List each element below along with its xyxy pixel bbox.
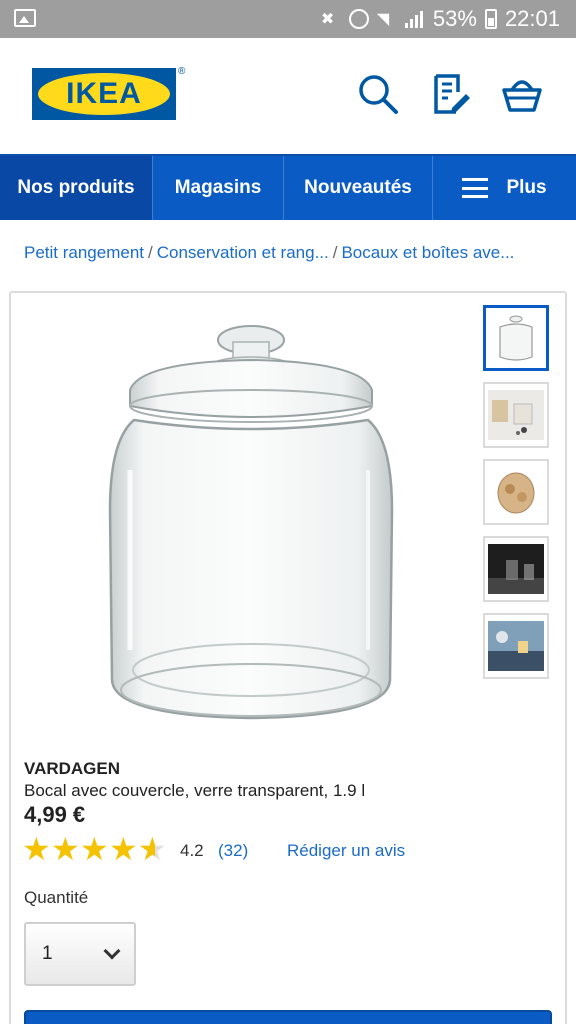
shopping-basket-icon[interactable] — [500, 72, 544, 116]
ikea-logo[interactable]: IKEA — [32, 68, 176, 120]
breadcrumb-link[interactable]: Petit rangement — [24, 243, 144, 262]
thumbnail-image — [488, 621, 544, 671]
product-name: VARDAGEN — [24, 759, 121, 778]
signal-icon — [404, 10, 425, 28]
status-bar: 53% 22:01 — [0, 0, 576, 38]
chevron-down-icon — [103, 942, 121, 960]
registered-mark: ® — [178, 66, 186, 77]
site-header: IKEA ® — [0, 38, 576, 154]
thumbnail-jar-table[interactable] — [483, 613, 549, 679]
breadcrumb-link[interactable]: Conservation et rang... — [157, 243, 329, 262]
breadcrumb-separator: / — [148, 243, 153, 262]
review-count-link[interactable]: (32) — [218, 841, 248, 861]
write-review-link[interactable]: Rédiger un avis — [287, 841, 405, 861]
nav-label: Magasins — [174, 177, 262, 198]
thumbnail-jar-kitchen[interactable] — [483, 382, 549, 448]
shopping-list-icon[interactable] — [430, 72, 474, 116]
star-icon: ★ — [109, 831, 138, 867]
thumbnail-jar-dark[interactable] — [483, 536, 549, 602]
breadcrumb-link[interactable]: Bocaux et boîtes ave... — [341, 243, 514, 262]
star-icon: ★ — [80, 831, 109, 867]
quantity-value: 1 — [42, 943, 53, 964]
battery-icon — [484, 9, 497, 29]
add-to-cart-button[interactable] — [24, 1010, 552, 1024]
nav-label: Nouveautés — [304, 177, 412, 198]
thumbnail-image — [488, 467, 544, 517]
thumbnail-strip — [483, 305, 551, 690]
wifi-icon — [377, 9, 397, 29]
menu-icon — [462, 178, 489, 198]
product-image[interactable] — [100, 320, 400, 730]
clock: 22:01 — [504, 6, 560, 31]
nav-item-stores[interactable]: Magasins — [153, 156, 284, 220]
nav-item-products[interactable]: Nos produits — [0, 156, 153, 220]
mute-icon — [321, 9, 341, 29]
star-icon: ★ — [22, 831, 51, 867]
nav-item-new[interactable]: Nouveautés — [284, 156, 433, 220]
thumbnail-image — [488, 390, 544, 440]
logo-text: IKEA — [66, 77, 142, 110]
thumbnail-jar[interactable] — [483, 305, 549, 371]
thumbnail-image — [488, 544, 544, 594]
star-icon: ★ — [51, 831, 80, 867]
nav-label: Plus — [506, 177, 547, 198]
search-icon[interactable] — [356, 72, 400, 116]
product-description: Bocal avec couvercle, verre transparent,… — [24, 781, 366, 800]
breadcrumb-separator: / — [332, 243, 338, 262]
rating-value: 4.2 — [180, 841, 204, 860]
thumbnail-jar-cookies[interactable] — [483, 459, 549, 525]
star-partial-icon: ★ ★ — [138, 831, 167, 867]
quantity-label: Quantité — [24, 888, 89, 907]
product-price: 4,99 € — [24, 802, 86, 827]
quantity-select[interactable]: 1 — [24, 922, 136, 986]
star-rating: ★ ★ ★ ★ ★ ★ — [22, 832, 167, 866]
nav-label: Nos produits — [17, 177, 135, 198]
gallery-notification-icon — [14, 9, 36, 27]
main-nav: Nos produits Magasins Nouveautés Plus — [0, 154, 576, 220]
alarm-icon — [348, 9, 369, 29]
nav-item-more[interactable]: Plus — [433, 156, 576, 220]
thumbnail-image — [488, 313, 544, 363]
battery-percent: 53% — [432, 6, 477, 31]
status-icons: 53% 22:01 — [321, 6, 560, 32]
logo-oval: IKEA — [38, 73, 170, 115]
breadcrumb: Petit rangement / Conservation et rang... /… — [24, 243, 514, 263]
